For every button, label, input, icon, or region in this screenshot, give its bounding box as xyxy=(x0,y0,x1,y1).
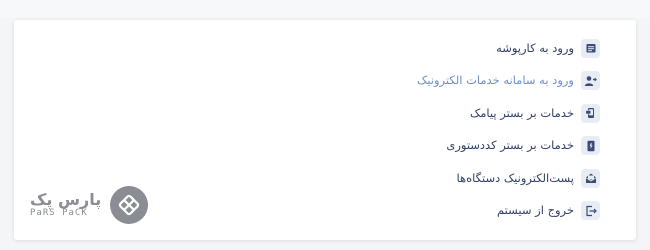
menu-item-label: خدمات بر بستر پیامک xyxy=(469,105,574,120)
user-login-icon xyxy=(581,71,600,91)
logout-icon xyxy=(581,201,600,221)
menu-item-agency-email[interactable]: پست‌الکترونیک دستگاه‌ها xyxy=(417,162,600,195)
side-menu: ورود به کارپوشه ورود به سامانه خدمات الک… xyxy=(417,32,600,227)
menu-item-sms-services[interactable]: خدمات بر بستر پیامک xyxy=(417,97,600,130)
parspack-logo: پارس پک PaRS PaCK xyxy=(30,185,149,225)
logo-text-en: PaRS PaCK xyxy=(30,207,88,218)
sms-phone-icon xyxy=(581,103,600,123)
menu-item-ussd-services[interactable]: خدمات بر بستر کددستوری xyxy=(417,130,600,163)
menu-item-label: ورود به کارپوشه xyxy=(496,40,574,55)
menu-item-label: ورود به سامانه خدمات الکترونیک xyxy=(417,73,574,87)
menu-item-label: پست‌الکترونیک دستگاه‌ها xyxy=(456,170,574,185)
menu-item-e-services-login[interactable]: ورود به سامانه خدمات الکترونیک xyxy=(417,65,600,98)
top-bar xyxy=(0,0,650,18)
email-icon xyxy=(581,168,600,188)
menu-item-logout[interactable]: خروج از سیستم xyxy=(417,195,600,228)
ussd-code-icon xyxy=(581,136,600,156)
menu-item-label: خدمات بر بستر کددستوری xyxy=(446,138,574,152)
menu-item-cartable[interactable]: ورود به کارپوشه xyxy=(417,32,600,65)
menu-item-label: خروج از سیستم xyxy=(497,203,574,217)
logo-text-fa: پارس پک xyxy=(30,190,102,210)
parspack-logo-mark-icon xyxy=(110,186,149,224)
folder-icon xyxy=(581,38,600,58)
logo-text: پارس پک PaRS PaCK xyxy=(30,191,101,218)
